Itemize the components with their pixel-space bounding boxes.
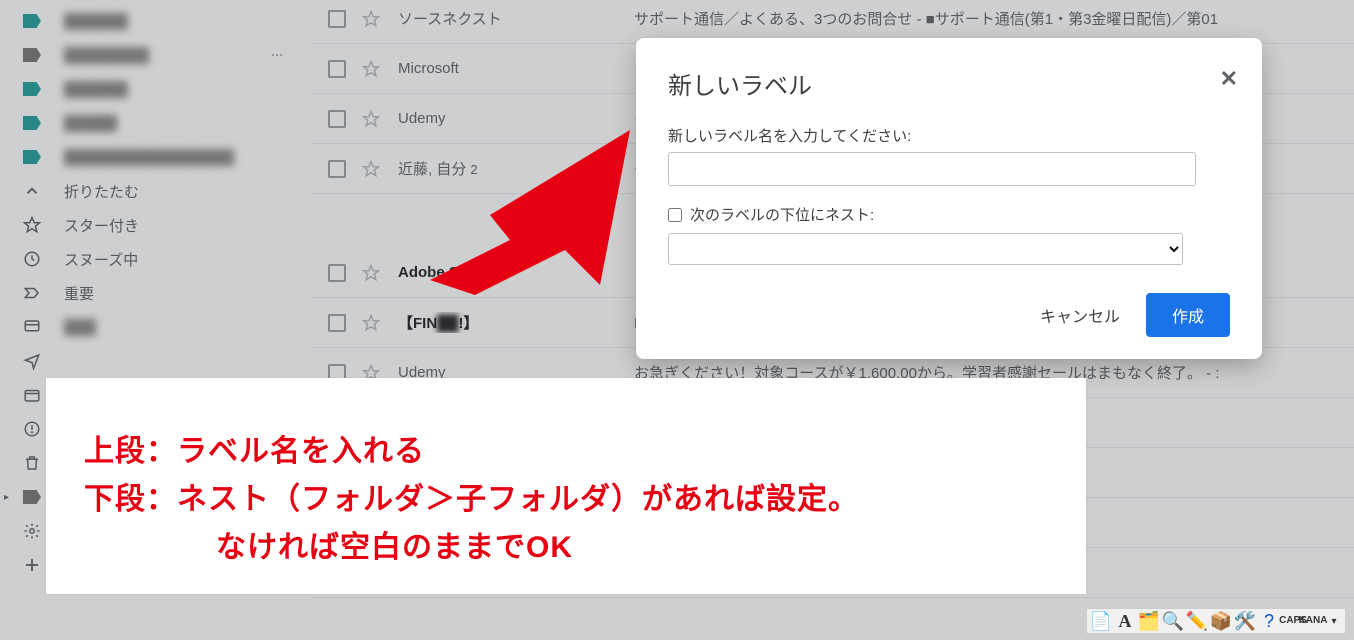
- tray-icon[interactable]: 📦: [1211, 611, 1231, 631]
- important-icon: [22, 283, 42, 303]
- select-checkbox[interactable]: [328, 160, 346, 178]
- create-button[interactable]: 作成: [1146, 293, 1230, 337]
- select-checkbox[interactable]: [328, 314, 346, 332]
- sidebar-item-chats[interactable]: ███: [0, 310, 296, 344]
- star-icon[interactable]: [362, 264, 382, 282]
- label-icon: [22, 113, 42, 133]
- select-checkbox[interactable]: [328, 264, 346, 282]
- sidebar-item-important[interactable]: 重要: [0, 276, 296, 310]
- mail-sender: Microsoft: [398, 60, 618, 77]
- cancel-button[interactable]: キャンセル: [1032, 293, 1128, 337]
- label-icon: [22, 11, 42, 31]
- tray-help-icon[interactable]: ?: [1259, 611, 1279, 631]
- label-name-prompt: 新しいラベル名を入力してください:: [668, 125, 1230, 146]
- sidebar-item-label: ███: [64, 319, 284, 336]
- mail-sender: Adobe Stock: [398, 264, 618, 281]
- sidebar-item-starred[interactable]: スター付き: [0, 208, 296, 242]
- trash-icon: [22, 453, 42, 473]
- sidebar-item-label: 折りたたむ: [64, 181, 284, 202]
- tray-icon[interactable]: ✏️: [1187, 611, 1207, 631]
- label-icon: [22, 79, 42, 99]
- close-icon[interactable]: ✕: [1220, 66, 1238, 92]
- plus-icon: [22, 555, 42, 575]
- label-icon: [22, 45, 42, 65]
- sidebar-label-text: ████████: [64, 47, 248, 64]
- tray-dropdown-icon[interactable]: ▾: [1327, 611, 1341, 631]
- star-icon[interactable]: [362, 60, 382, 78]
- sidebar-label-item[interactable]: ██████: [0, 72, 296, 106]
- nest-checkbox[interactable]: [668, 208, 682, 222]
- new-label-dialog: ✕ 新しいラベル 新しいラベル名を入力してください: 次のラベルの下位にネスト:…: [636, 38, 1262, 359]
- chat-icon: [22, 317, 42, 337]
- allmail-icon: [22, 385, 42, 405]
- star-icon[interactable]: [362, 10, 382, 28]
- sidebar-label-item[interactable]: █████: [0, 106, 296, 140]
- star-icon: [22, 215, 42, 235]
- mail-sender: 近藤, 自分2: [398, 158, 618, 179]
- sidebar-item-collapse[interactable]: 折りたたむ: [0, 174, 296, 208]
- sidebar-label-text: ████████████████: [64, 149, 284, 166]
- sidebar-item-label: 重要: [64, 283, 284, 304]
- sidebar-item-snoozed[interactable]: スヌーズ中: [0, 242, 296, 276]
- star-icon[interactable]: [362, 110, 382, 128]
- tray-input-mode-icon[interactable]: A: [1115, 611, 1135, 631]
- sidebar-label-text: ██████: [64, 13, 284, 30]
- ime-tray: 📄 A 🗂️ 🔍 ✏️ 📦 🛠️ ? CAPSKANA ▾: [1086, 608, 1346, 634]
- parent-label-select[interactable]: [668, 233, 1183, 265]
- tray-icon[interactable]: 🛠️: [1235, 611, 1255, 631]
- label-icon: [22, 147, 42, 167]
- tray-caps-indicator[interactable]: CAPSKANA: [1283, 611, 1323, 631]
- sidebar-item-label: スター付き: [64, 215, 284, 236]
- label-icon: [22, 487, 42, 507]
- annotation-line3: なければ空白のままでOK: [84, 524, 1048, 572]
- sidebar-label-text: █████: [64, 115, 284, 132]
- gear-icon: [22, 521, 42, 541]
- star-icon[interactable]: [362, 160, 382, 178]
- star-icon[interactable]: [362, 314, 382, 332]
- sidebar-label-item[interactable]: ████████: [0, 38, 296, 72]
- nest-prompt: 次のラベルの下位にネスト:: [690, 204, 874, 225]
- tray-icon[interactable]: 🔍: [1163, 611, 1183, 631]
- sidebar-item-label: スヌーズ中: [64, 249, 284, 270]
- sidebar-item-scheduled[interactable]: [0, 344, 296, 378]
- annotation-panel: 上段：ラベル名を入れる 下段：ネスト（フォルダ＞子フォルダ）があれば設定。 なけ…: [46, 378, 1086, 594]
- annotation-line1: 上段：ラベル名を入れる: [84, 428, 1048, 476]
- sidebar-label-text: ██████: [64, 81, 284, 98]
- spam-icon: [22, 419, 42, 439]
- select-checkbox[interactable]: [328, 10, 346, 28]
- mail-subject: サポート通信／よくある、3つのお問合せ - ■サポート通信(第1・第3金曜日配信…: [634, 8, 1346, 29]
- chevron-up-icon: [22, 181, 42, 201]
- clock-icon: [22, 249, 42, 269]
- mail-sender: Udemy: [398, 110, 618, 127]
- sidebar-label-item[interactable]: ████████████████: [0, 140, 296, 174]
- label-name-input[interactable]: [668, 152, 1196, 186]
- send-later-icon: [22, 351, 42, 371]
- tray-icon[interactable]: 🗂️: [1139, 611, 1159, 631]
- more-icon[interactable]: [270, 48, 284, 62]
- mail-sender: ソースネクスト: [398, 8, 618, 29]
- select-checkbox[interactable]: [328, 60, 346, 78]
- sidebar-label-item[interactable]: ██████: [0, 4, 296, 38]
- tray-icon[interactable]: 📄: [1091, 611, 1111, 631]
- annotation-line2: 下段：ネスト（フォルダ＞子フォルダ）があれば設定。: [84, 476, 1048, 524]
- expand-caret-icon[interactable]: ▸: [4, 492, 9, 503]
- dialog-title: 新しいラベル: [668, 66, 1230, 101]
- select-checkbox[interactable]: [328, 110, 346, 128]
- mail-sender: 【FIN██!】: [398, 312, 618, 333]
